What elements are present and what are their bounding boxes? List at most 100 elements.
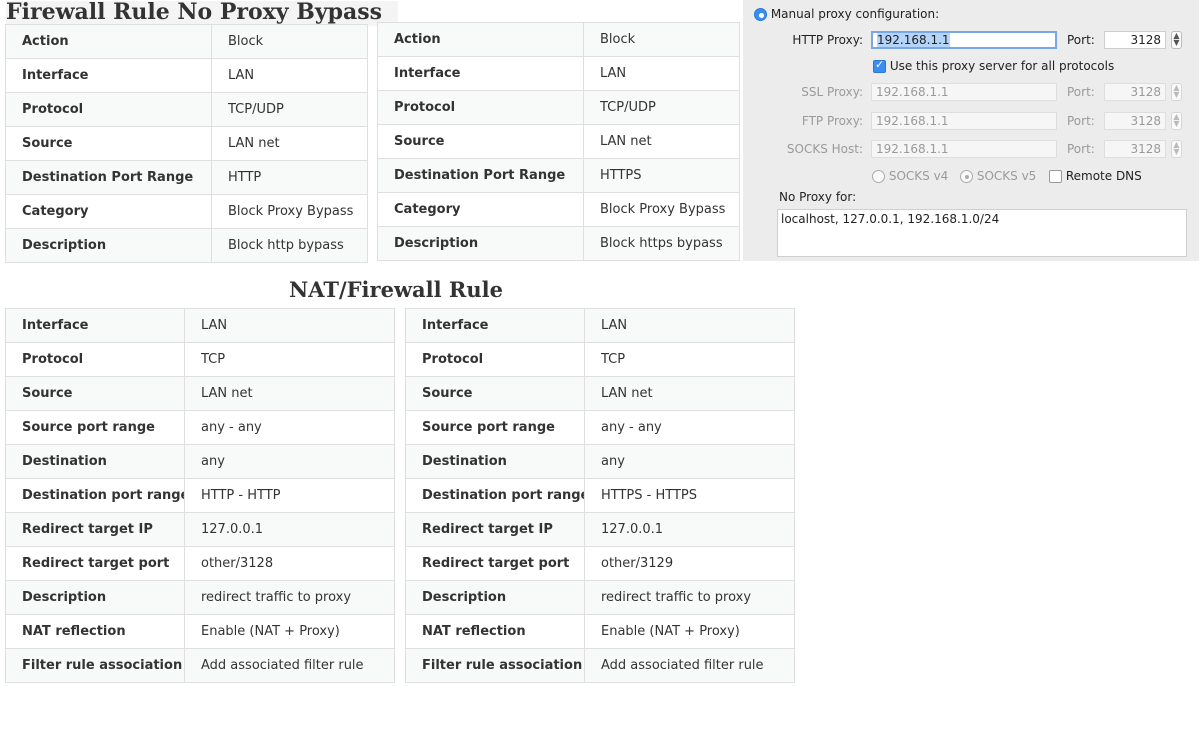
http-port-label: Port: (1067, 33, 1095, 47)
manual-proxy-label: Manual proxy configuration: (770, 7, 940, 21)
row-value: TCP/UDP (211, 92, 368, 127)
manual-proxy-option[interactable]: Manual proxy configuration: (754, 7, 939, 21)
remote-dns-option[interactable]: Remote DNS (1049, 169, 1142, 183)
row-value: any - any (184, 410, 395, 445)
no-proxy-textarea[interactable]: localhost, 127.0.0.1, 192.168.1.0/24 (777, 209, 1187, 257)
row-key: Source port range (405, 410, 585, 445)
row-key: Source (5, 126, 212, 161)
socks-port-stepper[interactable]: ▲ ▼ (1171, 140, 1182, 158)
row-key: Interface (5, 308, 185, 343)
socks-v5-label: SOCKS v5 (976, 169, 1037, 183)
row-key: Redirect target port (5, 546, 185, 581)
table-row: Redirect target IP 127.0.0.1 (405, 512, 795, 547)
manual-proxy-radio[interactable] (754, 8, 767, 21)
http-port-input[interactable]: 3128 (1104, 31, 1166, 49)
row-key: Destination Port Range (5, 160, 212, 195)
table-row: Source LAN net (405, 376, 795, 411)
row-value: other/3128 (184, 546, 395, 581)
row-value: redirect traffic to proxy (584, 580, 795, 615)
socks-v5-option[interactable]: SOCKS v5 (960, 169, 1036, 183)
row-value: TCP (184, 342, 395, 377)
row-value: LAN (583, 56, 740, 91)
row-key: Protocol (5, 92, 212, 127)
table-row: Redirect target port other/3128 (5, 546, 395, 581)
ssl-proxy-label: SSL Proxy: (801, 85, 863, 99)
socks-port-input[interactable]: 3128 (1104, 140, 1166, 158)
row-key: Protocol (405, 342, 585, 377)
row-key: Filter rule association (5, 648, 185, 683)
table-row: Protocol TCP/UDP (377, 90, 740, 125)
row-key: Source port range (5, 410, 185, 445)
socks-v4-label: SOCKS v4 (888, 169, 949, 183)
use-all-protocols-checkbox[interactable] (873, 58, 886, 73)
row-key: Category (377, 192, 584, 227)
row-value: Enable (NAT + Proxy) (184, 614, 395, 649)
table-row: Source LAN net (377, 124, 740, 159)
bypass-title: Firewall Rule No Proxy Bypass (6, 1, 399, 26)
socks-host-input[interactable]: 192.168.1.1 (871, 140, 1057, 158)
table-row: Destination port range HTTPS - HTTPS (405, 478, 795, 513)
table-row: Destination Port Range HTTP (5, 160, 368, 195)
row-key: Interface (5, 58, 212, 93)
remote-dns-checkbox[interactable] (1049, 170, 1062, 183)
table-row: Protocol TCP (405, 342, 795, 377)
ssl-port-stepper[interactable]: ▲ ▼ (1171, 83, 1182, 101)
remote-dns-label: Remote DNS (1065, 169, 1142, 183)
socks-v4-radio[interactable] (872, 170, 885, 183)
row-key: Action (377, 22, 584, 57)
table-row: Description redirect traffic to proxy (405, 580, 795, 615)
ssl-port-input[interactable]: 3128 (1104, 83, 1166, 101)
row-value: LAN net (211, 126, 368, 161)
http-bypass-rule-table: Action Block Interface LAN Protocol TCP/UDP So… (5, 24, 368, 263)
row-key: Description (5, 228, 212, 263)
table-row: Source port range any - any (5, 410, 395, 445)
row-value: LAN net (584, 376, 795, 411)
nat-title: NAT/Firewall Rule (289, 277, 503, 302)
row-value: 127.0.0.1 (584, 512, 795, 547)
ftp-proxy-label: FTP Proxy: (801, 114, 863, 128)
use-all-protocols-option[interactable]: Use this proxy server for all protocols (873, 58, 1114, 73)
https-bypass-rule-table: Action Block Interface LAN Protocol TCP/UDP So… (377, 22, 740, 261)
table-row: Interface LAN (5, 58, 368, 93)
http-port-stepper[interactable]: ▲ ▼ (1171, 31, 1182, 49)
proxy-settings-panel: Manual proxy configuration: HTTP Proxy: … (743, 0, 1199, 261)
row-key: Source (405, 376, 585, 411)
socks-v4-option[interactable]: SOCKS v4 (872, 169, 948, 183)
table-row: Description Block http bypass (5, 228, 368, 263)
table-row: Filter rule association Add associated fi… (405, 648, 795, 683)
http-nat-rule-table: Interface LAN Protocol TCP Source LAN net Sour… (5, 308, 395, 683)
row-key: NAT reflection (5, 614, 185, 649)
table-row: Destination Port Range HTTPS (377, 158, 740, 193)
socks-port-label: Port: (1067, 142, 1095, 156)
table-row: Destination any (405, 444, 795, 479)
http-proxy-value: 192.168.1.1 (877, 33, 950, 47)
ftp-port-stepper[interactable]: ▲ ▼ (1171, 112, 1182, 130)
table-row: Source LAN net (5, 126, 368, 161)
row-value: any - any (584, 410, 795, 445)
http-proxy-input[interactable]: 192.168.1.1 (871, 31, 1057, 49)
table-row: Protocol TCP (5, 342, 395, 377)
ftp-port-input[interactable]: 3128 (1104, 112, 1166, 130)
table-row: Filter rule association Add associated fi… (5, 648, 395, 683)
table-row: Action Block (377, 22, 740, 57)
table-row: Action Block (5, 24, 368, 59)
row-value: Block https bypass (583, 226, 740, 261)
table-row: Protocol TCP/UDP (5, 92, 368, 127)
table-row: NAT reflection Enable (NAT + Proxy) (405, 614, 795, 649)
row-value: redirect traffic to proxy (184, 580, 395, 615)
table-row: Category Block Proxy Bypass (377, 192, 740, 227)
http-proxy-label: HTTP Proxy: (792, 33, 863, 47)
row-value: LAN (584, 308, 795, 343)
row-key: Description (5, 580, 185, 615)
table-row: Interface LAN (405, 308, 795, 343)
row-value: HTTPS - HTTPS (584, 478, 795, 513)
row-key: Category (5, 194, 212, 229)
socks-v5-radio[interactable] (960, 170, 973, 183)
ftp-proxy-input[interactable]: 192.168.1.1 (871, 112, 1057, 130)
row-key: Destination (5, 444, 185, 479)
row-key: Protocol (5, 342, 185, 377)
row-key: Destination Port Range (377, 158, 584, 193)
ssl-proxy-input[interactable]: 192.168.1.1 (871, 83, 1057, 101)
table-row: Description Block https bypass (377, 226, 740, 261)
row-value: TCP/UDP (583, 90, 740, 125)
